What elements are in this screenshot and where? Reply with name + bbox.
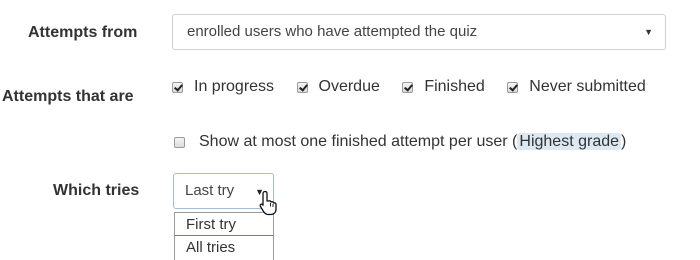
attempts-from-label: Attempts from xyxy=(28,24,138,41)
hand-pointer-icon xyxy=(259,190,277,216)
only-one-finished-option[interactable]: Show at most one finished attempt per us… xyxy=(172,130,626,154)
attempts-from-select[interactable]: enrolled users who have attempted the qu… xyxy=(172,14,666,50)
highest-grade-text: Highest grade xyxy=(517,133,622,150)
chevron-down-icon: ▼ xyxy=(644,27,653,37)
attempt-states-group: In progress Overdue Finished Never submi… xyxy=(172,78,700,102)
dropdown-option-first-try[interactable]: First try xyxy=(175,213,273,236)
checkbox-only-one-finished[interactable] xyxy=(174,136,185,148)
state-in-progress-label: In progress xyxy=(194,78,275,95)
checkbox-finished[interactable] xyxy=(402,81,414,93)
checkbox-overdue[interactable] xyxy=(296,81,308,93)
state-finished[interactable]: Finished xyxy=(402,78,485,96)
state-in-progress[interactable]: In progress xyxy=(172,78,274,96)
only-one-finished-label-prefix: Show at most one finished attempt per us… xyxy=(199,133,518,150)
state-never-submitted-label: Never submitted xyxy=(529,78,646,95)
dropdown-option-all-tries[interactable]: All tries xyxy=(175,236,273,259)
which-tries-label: Which tries xyxy=(53,182,140,199)
which-tries-dropdown: First try All tries xyxy=(174,212,274,260)
only-one-finished-label-suffix: ) xyxy=(621,133,627,150)
state-overdue[interactable]: Overdue xyxy=(296,78,380,96)
attempts-from-selected-value: enrolled users who have attempted the qu… xyxy=(187,23,478,40)
state-finished-label: Finished xyxy=(424,78,485,95)
state-never-submitted[interactable]: Never submitted xyxy=(507,78,646,96)
attempts-that-are-label: Attempts that are xyxy=(2,88,134,105)
checkbox-in-progress[interactable] xyxy=(172,81,183,93)
which-tries-selected-value: Last try xyxy=(185,182,235,199)
checkbox-never-submitted[interactable] xyxy=(507,81,519,93)
state-overdue-label: Overdue xyxy=(318,78,380,95)
only-one-finished-label: Show at most one finished attempt per us… xyxy=(199,133,626,151)
